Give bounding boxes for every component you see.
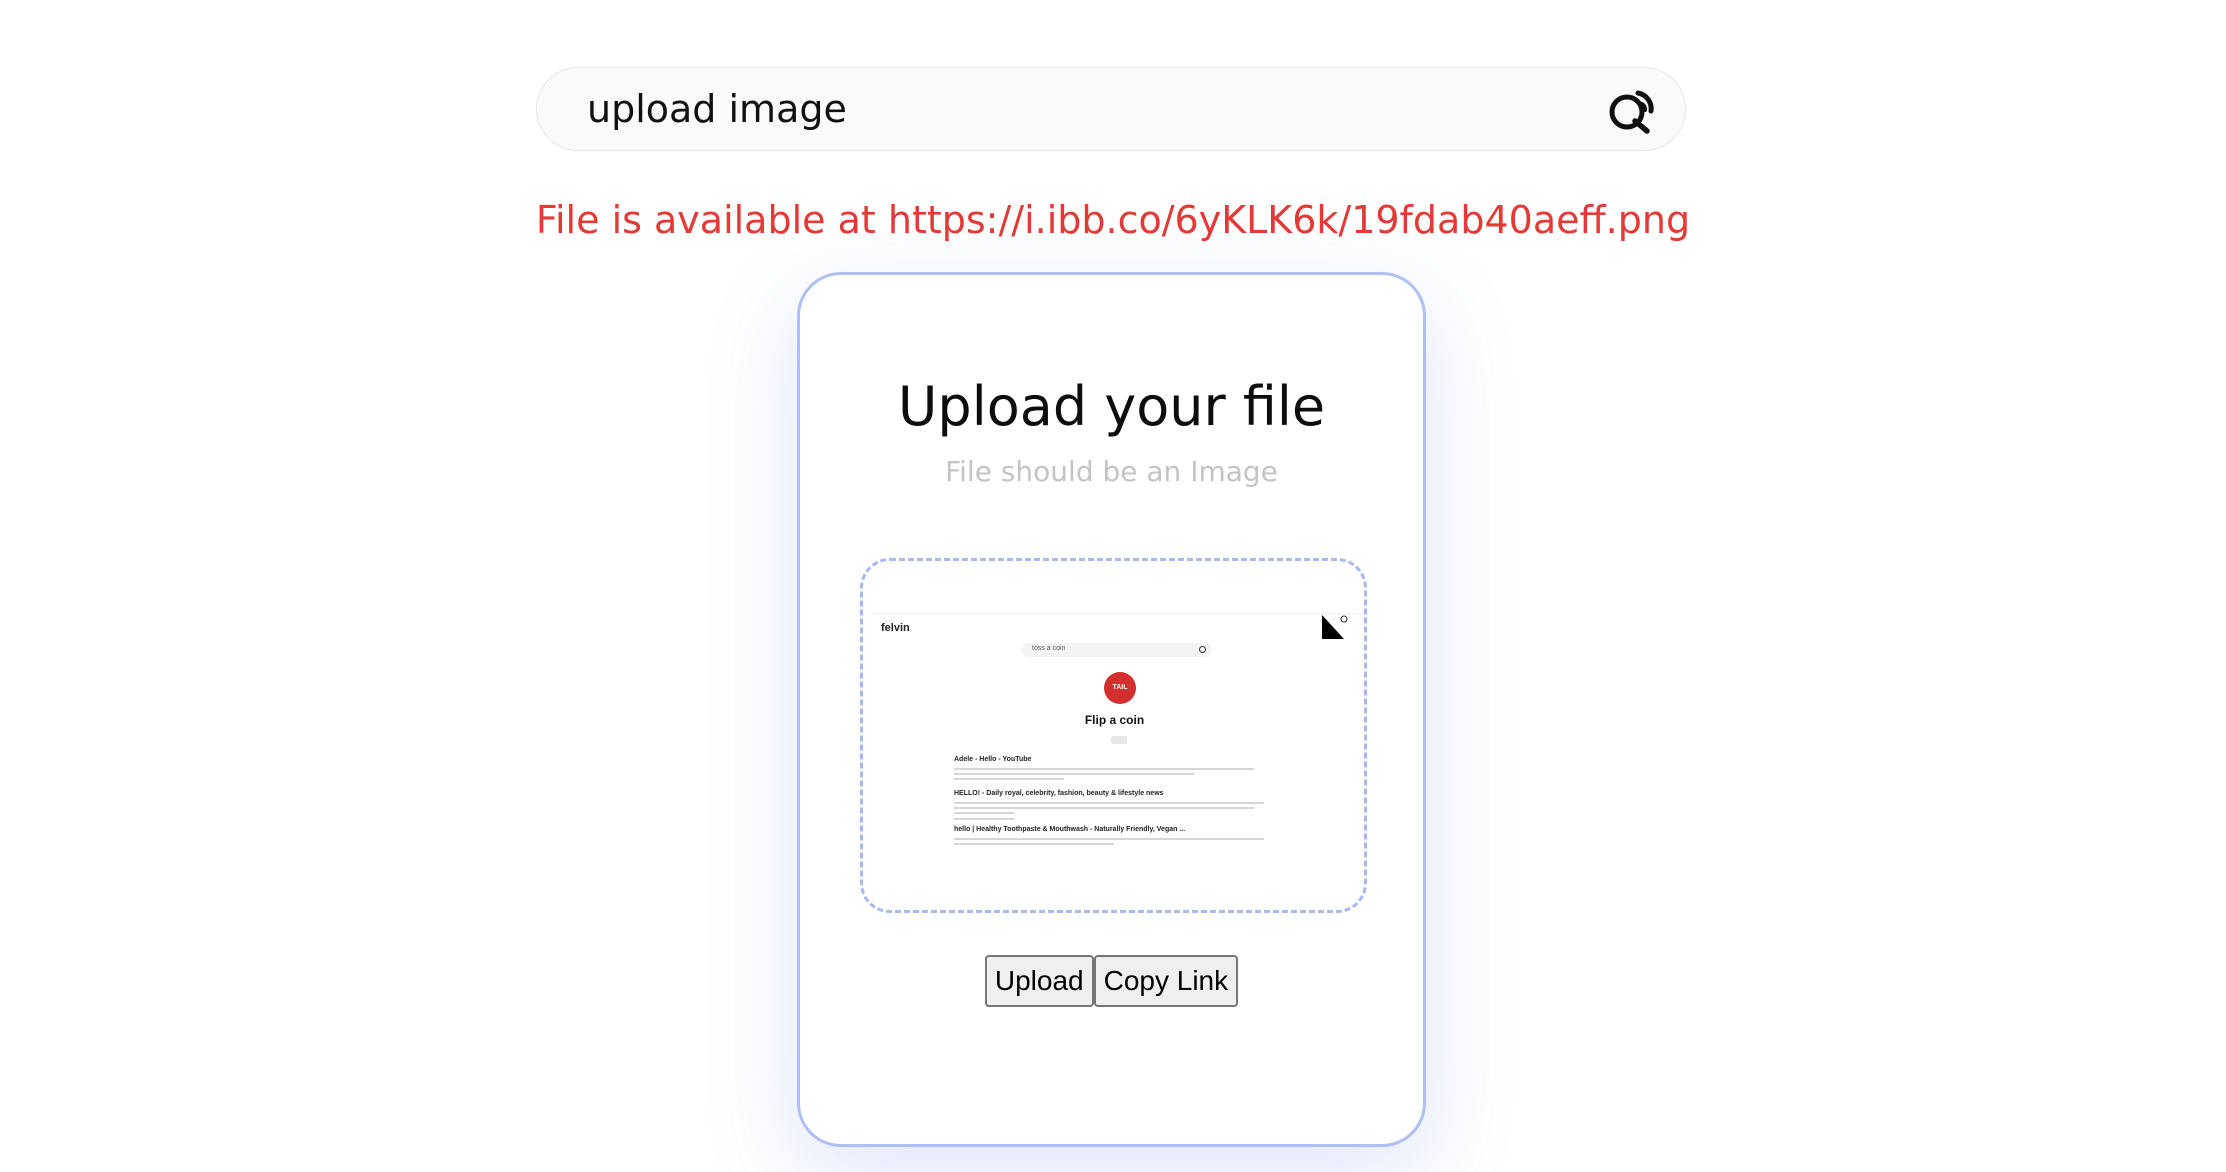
preview-snippet-line [954, 802, 1264, 804]
search-input[interactable] [587, 68, 1587, 150]
upload-button[interactable]: Upload [984, 955, 1094, 1007]
preview-snippet-line [954, 812, 1014, 814]
page: File is available at https://i.ibb.co/6y… [0, 0, 2226, 1172]
preview-snippet-line [954, 818, 1014, 820]
preview-result-title: HELLO! - Daily royal, celebrity, fashion… [954, 790, 1164, 797]
action-buttons: Upload Copy Link [800, 955, 1423, 1007]
preview-snippet-line [954, 773, 1194, 775]
upload-card: Upload your file File should be an Image… [797, 272, 1426, 1147]
preview-search-text: toss a coin [1032, 645, 1066, 652]
preview-flip-button [1111, 736, 1127, 744]
preview-brand: felvin [881, 622, 910, 634]
search-bar [536, 67, 1686, 151]
cursor-arrow-icon [1322, 615, 1348, 639]
preview-result-title: Adele - Hello - YouTube [954, 756, 1032, 763]
preview-search-icon [1199, 646, 1206, 653]
preview-snippet-line [954, 807, 1254, 809]
search-icon[interactable] [1605, 86, 1657, 136]
copy-link-button[interactable]: Copy Link [1093, 955, 1239, 1007]
preview-divider [871, 613, 1358, 614]
preview-heading: Flip a coin [1084, 713, 1145, 727]
card-subtitle: File should be an Image [945, 455, 1278, 488]
image-preview: felvin toss a coin TAIL Flip a coin Adel… [871, 613, 1358, 903]
file-drop-zone[interactable]: felvin toss a coin TAIL Flip a coin Adel… [860, 558, 1367, 913]
preview-snippet-line [954, 778, 1064, 780]
preview-snippet-line [954, 843, 1114, 845]
card-title: Upload your file [897, 375, 1326, 438]
preview-snippet-line [954, 768, 1254, 770]
preview-result-title: hello | Healthy Toothpaste & Mouthwash -… [954, 826, 1186, 833]
preview-search-bar: toss a coin [1022, 643, 1212, 657]
preview-snippet-line [954, 838, 1264, 840]
preview-coin: TAIL [1104, 672, 1136, 704]
status-message: File is available at https://i.ibb.co/6y… [535, 198, 1691, 242]
